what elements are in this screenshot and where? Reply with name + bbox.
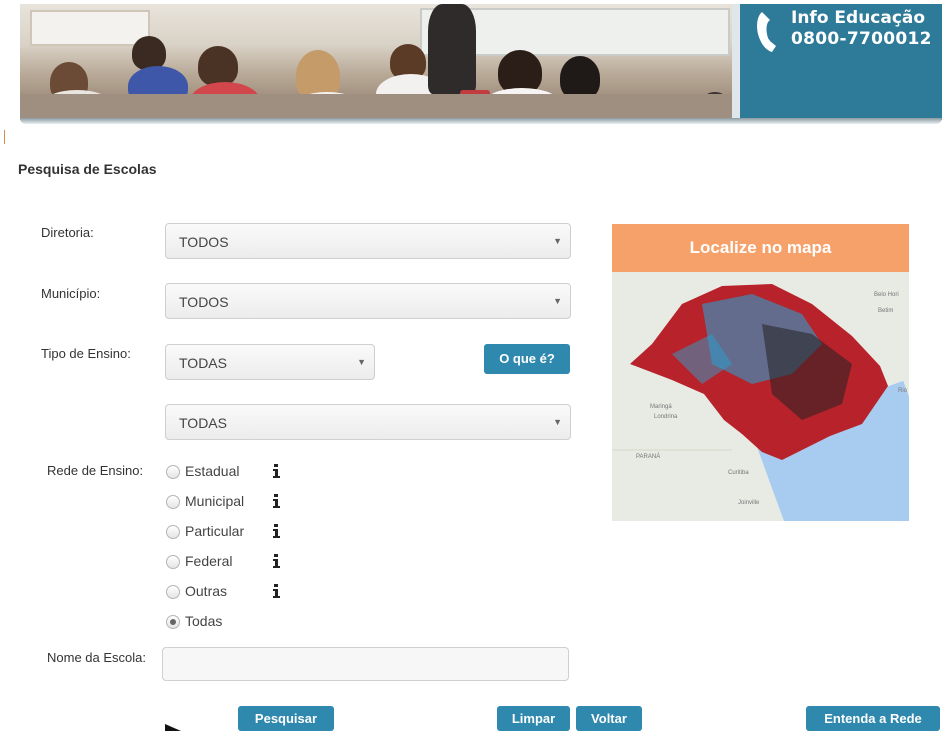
chevron-down-icon: ▼ — [553, 417, 562, 427]
tipo-ensino-sub-value: TODAS — [179, 415, 227, 431]
cursor-arrow-icon — [165, 724, 181, 731]
classroom-photo — [20, 4, 732, 120]
municipio-value: TODOS — [179, 294, 229, 310]
nome-escola-label: Nome da Escola: — [47, 650, 146, 665]
radio-estadual[interactable] — [166, 465, 180, 479]
map-header[interactable]: Localize no mapa — [612, 224, 909, 272]
radio-todas[interactable] — [166, 615, 180, 629]
header-banner: Info Educação 0800-7700012 — [20, 0, 942, 124]
entenda-rede-button[interactable]: Entenda a Rede — [806, 706, 940, 731]
chevron-down-icon: ▼ — [553, 236, 562, 246]
radio-federal[interactable] — [166, 555, 180, 569]
nome-escola-input[interactable] — [162, 647, 569, 681]
tipo-ensino-value: TODAS — [179, 355, 227, 371]
chevron-down-icon: ▼ — [357, 357, 366, 367]
tipo-ensino-sub-select[interactable]: TODAS ▼ — [165, 404, 571, 440]
diretoria-value: TODOS — [179, 234, 229, 250]
diretoria-select[interactable]: TODOS ▼ — [165, 223, 571, 259]
radio-outras[interactable] — [166, 585, 180, 599]
info-icon[interactable] — [270, 493, 282, 509]
o-que-e-button[interactable]: O que é? — [484, 344, 570, 374]
radio-particular[interactable] — [166, 525, 180, 539]
limpar-button[interactable]: Limpar — [497, 706, 570, 731]
chevron-down-icon: ▼ — [553, 296, 562, 306]
info-icon[interactable] — [270, 463, 282, 479]
info-phone[interactable]: 0800-7700012 — [791, 29, 932, 49]
tipo-ensino-label: Tipo de Ensino: — [41, 346, 131, 361]
page-title: Pesquisa de Escolas — [18, 161, 157, 177]
diretoria-label: Diretoria: — [41, 225, 94, 240]
info-educacao-box: Info Educação 0800-7700012 — [740, 4, 942, 120]
tipo-ensino-select[interactable]: TODAS ▼ — [165, 344, 375, 380]
map-widget[interactable]: Belo Hori Betim Maringá Londrina PARANÁ … — [612, 224, 909, 521]
municipio-select[interactable]: TODOS ▼ — [165, 283, 571, 319]
rede-ensino-label: Rede de Ensino: — [47, 463, 144, 478]
info-icon[interactable] — [270, 523, 282, 539]
pesquisar-button[interactable]: Pesquisar — [238, 706, 334, 731]
info-title: Info Educação — [791, 8, 926, 28]
municipio-label: Município: — [41, 286, 101, 301]
voltar-button[interactable]: Voltar — [576, 706, 642, 731]
info-icon[interactable] — [270, 583, 282, 599]
radio-municipal[interactable] — [166, 495, 180, 509]
info-icon[interactable] — [270, 553, 282, 569]
phone-icon — [757, 12, 776, 52]
